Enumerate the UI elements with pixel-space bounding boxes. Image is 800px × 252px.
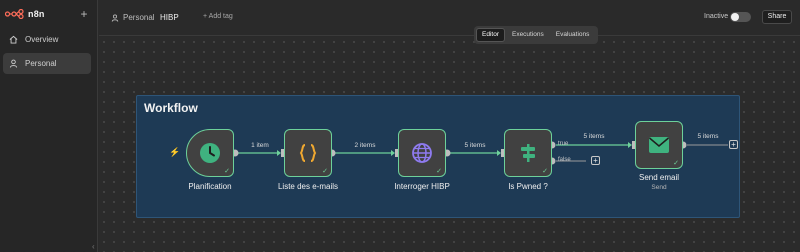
sidebar-item-label: Overview [25,35,59,44]
add-node-button[interactable]: + [729,140,738,149]
header: Personal HIBP + Add tag Inactive Share [99,0,800,36]
envelope-icon [649,137,669,153]
toggle-knob [731,13,739,21]
branch-label-false: false [558,157,571,163]
edge-item-count: 5 items [464,142,486,149]
view-tabs: Editor Executions Evaluations [474,26,598,44]
share-button[interactable]: Share [762,10,792,24]
edge-item-count: 2 items [354,142,376,149]
node-label: Is Pwned ? [508,182,548,191]
sidebar-item-personal[interactable]: Personal [3,53,91,74]
sidebar-item-overview[interactable]: Overview [3,29,91,50]
breadcrumb[interactable]: Personal [111,13,155,22]
breadcrumb-project[interactable]: Personal [123,13,155,22]
code-braces-icon [299,144,317,162]
active-toggle[interactable] [730,12,751,22]
node-interroger-hibp[interactable]: ✓ [398,129,446,177]
logo-text: n8n [28,9,45,19]
success-check-icon: ✓ [542,168,548,175]
node-label: Liste des e-mails [277,182,339,191]
sidebar: n8n + Overview Personal ‹ [0,0,98,252]
edge-item-count: 1 item [251,142,269,149]
tab-executions[interactable]: Executions [507,28,549,42]
trigger-bolt-icon: ⚡ [169,147,181,157]
user-icon [9,59,18,68]
sticky-note[interactable]: Workflow ⚡ ✓ Planification ✓ Liste des e… [136,95,740,218]
node-sublabel: Send [651,184,667,191]
clock-icon [200,143,220,163]
node-label: Interroger HIBP [394,182,450,191]
arrow-head [277,150,281,156]
n8n-logo[interactable]: n8n [5,9,45,19]
arrow-head [391,150,395,156]
node-is-pwned[interactable]: ✓ [504,129,552,177]
success-check-icon: ✓ [224,168,230,175]
success-check-icon: ✓ [673,160,679,167]
workflow-name[interactable]: HIBP [160,13,179,22]
branch-label-true: true [558,141,569,147]
node-liste-des-emails[interactable]: ✓ [284,129,332,177]
success-check-icon: ✓ [322,168,328,175]
edge-item-count: 5 items [583,133,605,140]
n8n-logo-icon [5,9,24,19]
node-label: Send email [638,173,680,182]
user-icon [111,14,119,22]
if-branch-icon [521,144,535,162]
active-status-label: Inactive [704,13,729,20]
edge-item-count: 5 items [697,133,719,140]
arrow-head [628,142,632,148]
arrow-head [497,150,501,156]
add-tag-link[interactable]: + Add tag [203,13,233,20]
node-planification[interactable]: ✓ [186,129,234,177]
success-check-icon: ✓ [436,168,442,175]
node-send-email[interactable]: ✓ [635,121,683,169]
tab-evaluations[interactable]: Evaluations [551,28,595,42]
home-icon [9,35,18,44]
node-label: Planification [188,182,232,191]
add-button[interactable]: + [78,7,90,21]
tab-editor[interactable]: Editor [476,28,505,42]
add-node-button[interactable]: + [591,156,600,165]
globe-icon [412,143,432,163]
sidebar-item-label: Personal [25,59,57,68]
